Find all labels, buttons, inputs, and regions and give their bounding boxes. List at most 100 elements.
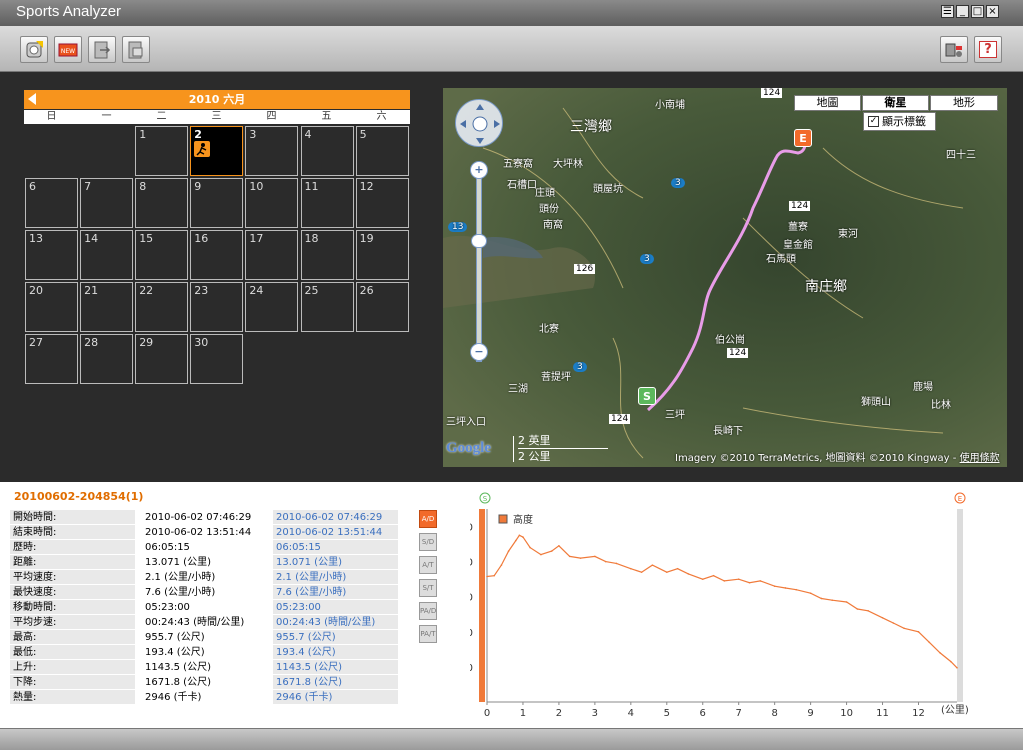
calendar-day[interactable]: 21 bbox=[80, 282, 134, 332]
stat-label: 歷時: bbox=[10, 540, 135, 554]
title-bar: Sports Analyzer ☰ _ □ × bbox=[0, 0, 1023, 26]
stat-compare: 2010-06-02 07:46:29 bbox=[273, 510, 398, 524]
help-icon: ? bbox=[979, 41, 997, 58]
zoom-out-button[interactable]: − bbox=[470, 343, 488, 361]
show-labels-option[interactable]: ✓ 顯示標籤 bbox=[863, 112, 936, 131]
calendar-day[interactable]: 16 bbox=[190, 230, 244, 280]
calendar-day[interactable]: 23 bbox=[190, 282, 244, 332]
calendar-day[interactable]: 20 bbox=[25, 282, 78, 332]
stat-value: 2010-06-02 07:46:29 bbox=[145, 512, 252, 523]
calendar-day[interactable]: 9 bbox=[190, 178, 244, 228]
elevation-point bbox=[486, 575, 488, 578]
close-button[interactable]: × bbox=[986, 5, 999, 18]
map-type-map[interactable]: 地圖 bbox=[794, 95, 861, 111]
calendar-day[interactable]: 7 bbox=[80, 178, 134, 228]
calendar-day[interactable]: 24 bbox=[245, 282, 299, 332]
profile-tool-button[interactable]: PA/D bbox=[419, 602, 437, 620]
calendar-day[interactable]: 25 bbox=[300, 282, 354, 332]
calendar-day-number: 14 bbox=[84, 232, 99, 245]
calendar-day[interactable]: 13 bbox=[25, 230, 78, 280]
zoom-in-button[interactable]: + bbox=[470, 161, 488, 179]
import-device-button[interactable] bbox=[20, 36, 48, 63]
session-stat-row: 下降: 1671.8 (公尺) 1671.8 (公尺) bbox=[10, 675, 398, 690]
help-button[interactable]: ? bbox=[974, 36, 1002, 63]
calendar-day-number: 22 bbox=[139, 284, 154, 297]
elevation-point bbox=[529, 546, 531, 549]
calendar-day[interactable]: 12 bbox=[355, 178, 409, 228]
calendar-day[interactable]: 18 bbox=[300, 230, 354, 280]
calendar-day[interactable]: 15 bbox=[135, 230, 189, 280]
calendar-day[interactable]: 17 bbox=[245, 230, 299, 280]
sync-button[interactable] bbox=[122, 36, 150, 63]
weekday-label: 一 bbox=[101, 111, 112, 122]
export-button[interactable] bbox=[88, 36, 116, 63]
svg-text:NEW: NEW bbox=[61, 48, 75, 55]
calendar-day[interactable]: 8 bbox=[135, 178, 189, 228]
session-stat-row: 移動時間: 05:23:00 05:23:00 bbox=[10, 600, 398, 615]
calendar-day[interactable]: 27 bbox=[25, 334, 78, 384]
calendar-day[interactable]: 5 bbox=[355, 126, 409, 176]
elevation-point bbox=[881, 616, 884, 619]
stat-compare: 2.1 (公里/小時) bbox=[273, 570, 398, 584]
profile-tool-button[interactable]: S/D bbox=[419, 533, 437, 551]
y-tick-label: 600 bbox=[470, 593, 473, 604]
stat-label: 最低: bbox=[10, 645, 135, 659]
terms-link[interactable]: 使用條款 bbox=[960, 453, 1000, 464]
map-pan-control[interactable] bbox=[455, 99, 503, 147]
calendar-day-number: 9 bbox=[194, 180, 202, 193]
map-view[interactable]: 三灣鄉 南庄鄉 五寮窩 大坪林 石槽口 頭屋坑 庄頭 頭份 南窩 北寮 三湖 菩… bbox=[443, 88, 1007, 467]
maximize-button[interactable]: □ bbox=[971, 5, 984, 18]
map-place-label: 石槽口 bbox=[507, 180, 537, 191]
zoom-track[interactable] bbox=[476, 166, 482, 362]
calendar-day[interactable]: 11 bbox=[300, 178, 354, 228]
weekday-label: 六 bbox=[376, 111, 387, 122]
calendar-day[interactable]: 1 bbox=[135, 126, 189, 176]
profile-tool-button[interactable]: S/T bbox=[419, 579, 437, 597]
stat-label: 結束時間: bbox=[10, 525, 135, 539]
map-place-label: 石馬頭 bbox=[766, 254, 796, 265]
calendar-day[interactable]: 29 bbox=[135, 334, 189, 384]
google-logo: Google bbox=[446, 440, 491, 456]
road-shield: 124 bbox=[727, 348, 749, 358]
road-shield: 3 bbox=[573, 362, 587, 372]
calendar-day[interactable]: 14 bbox=[80, 230, 134, 280]
menu-icon[interactable]: ☰ bbox=[941, 5, 954, 18]
map-type-satellite[interactable]: 衛星 bbox=[862, 95, 929, 111]
calendar-day-number: 2 bbox=[194, 128, 202, 141]
profile-tool-button[interactable]: A/D bbox=[419, 510, 437, 528]
calendar-day[interactable]: 10 bbox=[245, 178, 299, 228]
calendar-day[interactable]: 19 bbox=[355, 230, 409, 280]
calendar-prev-icon[interactable] bbox=[28, 93, 36, 105]
minimize-button[interactable]: _ bbox=[956, 5, 969, 18]
show-labels-checkbox[interactable]: ✓ bbox=[868, 116, 879, 127]
stat-value: 1143.5 (公尺) bbox=[145, 662, 211, 673]
chart-start-marker-label: S bbox=[483, 495, 488, 503]
profile-tool-button[interactable]: PA/T bbox=[419, 625, 437, 643]
calendar-day[interactable]: 22 bbox=[135, 282, 189, 332]
stat-compare: 955.7 (公尺) bbox=[273, 630, 398, 644]
end-marker[interactable]: E bbox=[794, 129, 812, 147]
new-session-button[interactable]: NEW bbox=[54, 36, 82, 63]
session-stat-row: 熱量: 2946 (千卡) 2946 (千卡) bbox=[10, 690, 398, 705]
calendar-day[interactable]: 4 bbox=[300, 126, 354, 176]
calendar-day-number: 24 bbox=[249, 284, 264, 297]
elevation-point bbox=[579, 557, 582, 559]
profile-tool-button[interactable]: A/T bbox=[419, 556, 437, 574]
zoom-slider-handle[interactable] bbox=[471, 234, 487, 248]
map-type-terrain[interactable]: 地形 bbox=[930, 95, 998, 111]
road-shield: 3 bbox=[640, 254, 654, 264]
calendar-day[interactable]: 26 bbox=[355, 282, 409, 332]
calendar-day[interactable]: 28 bbox=[80, 334, 134, 384]
calendar-day[interactable]: 6 bbox=[25, 178, 78, 228]
calendar-day[interactable]: 2 bbox=[190, 126, 244, 176]
calendar-day[interactable]: 3 bbox=[245, 126, 299, 176]
start-marker[interactable]: S bbox=[638, 387, 656, 405]
calendar-day-number: 16 bbox=[194, 232, 209, 245]
calendar-day-number: 18 bbox=[304, 232, 319, 245]
device-settings-button[interactable] bbox=[940, 36, 968, 63]
calendar-day[interactable]: 30 bbox=[190, 334, 244, 384]
calendar-day-number: 13 bbox=[29, 232, 43, 245]
calendar-day-number: 15 bbox=[139, 232, 154, 245]
stat-compare: 2010-06-02 13:51:44 bbox=[273, 525, 398, 539]
session-stat-row: 最高: 955.7 (公尺) 955.7 (公尺) bbox=[10, 630, 398, 645]
